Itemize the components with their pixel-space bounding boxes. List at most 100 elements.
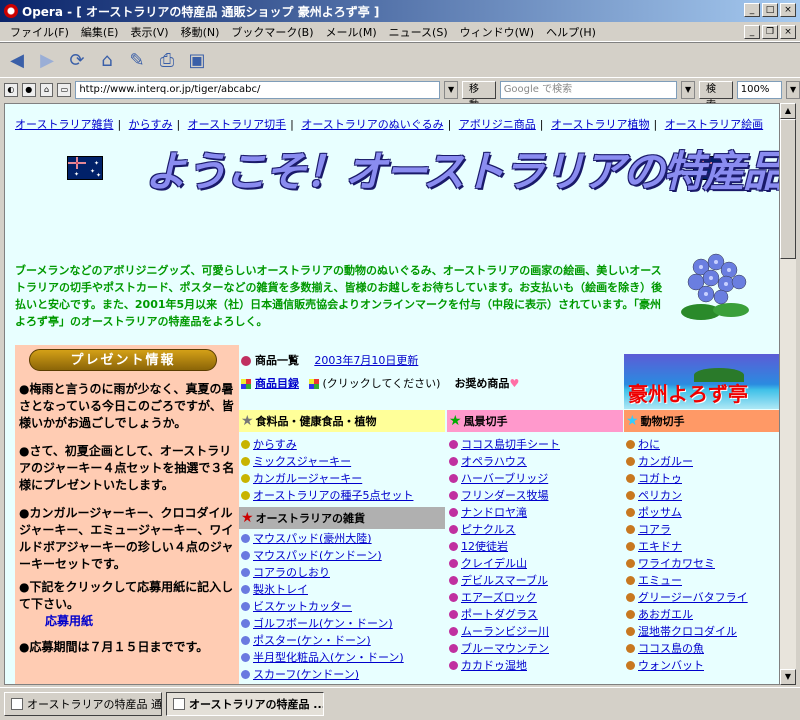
- list-item[interactable]: わに: [626, 436, 748, 453]
- list-item[interactable]: ミックスジャーキー: [241, 453, 413, 470]
- cookie-icon[interactable]: ●: [21, 83, 36, 97]
- list-item[interactable]: 製氷トレイ: [241, 581, 404, 598]
- page-content: オーストラリア雑貨 | からすみ | オーストラリア切手 | オーストラリアのぬいぐる…: [4, 103, 780, 685]
- back-icon[interactable]: ◀: [6, 49, 28, 71]
- tab-page-2[interactable]: オーストラリアの特産品 ...: [166, 692, 324, 716]
- list-item[interactable]: マウスパッド(豪州大陸): [241, 530, 404, 547]
- scroll-up-icon[interactable]: ▲: [780, 103, 796, 119]
- hotlist-icon[interactable]: ✎: [126, 49, 148, 71]
- menu-window[interactable]: ウィンドウ(W): [454, 24, 540, 40]
- zoom-select[interactable]: 100%: [736, 81, 783, 99]
- list-item[interactable]: カカドゥ湿地: [449, 657, 560, 674]
- list-item[interactable]: カンガルージャーキー: [241, 470, 413, 487]
- click-hint: (クリックしてください): [322, 377, 441, 390]
- shop-logo[interactable]: 豪州よろず亭: [624, 354, 779, 409]
- list-item[interactable]: 12使徒岩: [449, 538, 560, 555]
- lock-icon[interactable]: ⌂: [39, 83, 54, 97]
- list-item[interactable]: スカーフ(ケンドーン): [241, 666, 404, 683]
- menu-edit[interactable]: 編集(E): [75, 24, 125, 40]
- list-item[interactable]: ポスター(ケン・ドーン): [241, 632, 404, 649]
- navigation-toolbar: ◀ ▶ ⟳ ⌂ ✎ ⎙ ▣: [0, 42, 800, 78]
- opera-logo-icon: [4, 4, 18, 18]
- menu-file[interactable]: ファイル(F): [4, 24, 75, 40]
- menu-help[interactable]: ヘルプ(H): [540, 24, 602, 40]
- list-item[interactable]: コガトゥ: [626, 470, 748, 487]
- url-input[interactable]: http://www.interq.or.jp/tiger/abcabc/: [75, 81, 441, 99]
- list-item[interactable]: ハーバーブリッジ: [449, 470, 560, 487]
- scroll-thumb[interactable]: [780, 119, 796, 259]
- list-item[interactable]: ゴルフボール(ケン・ドーン): [241, 615, 404, 632]
- list-item[interactable]: デビルスマーブル: [449, 572, 560, 589]
- nav-link-aboriginal[interactable]: アボリジニ商品: [459, 118, 536, 131]
- nav-link-stamps[interactable]: オーストラリア切手: [188, 118, 286, 131]
- vertical-scrollbar[interactable]: ▲ ▼: [780, 103, 796, 685]
- list-item[interactable]: ナンドロヤ滝: [449, 504, 560, 521]
- list-item[interactable]: フリンダース牧場: [449, 487, 560, 504]
- flower-bullet-icon: [241, 356, 251, 366]
- nav-link-plants[interactable]: オーストラリア植物: [551, 118, 649, 131]
- close-button[interactable]: ×: [780, 3, 796, 17]
- nav-link-goods[interactable]: オーストラリア雑貨: [15, 118, 113, 131]
- search-button[interactable]: 検索: [699, 81, 733, 111]
- star-icon: ★: [626, 413, 639, 429]
- reload-icon[interactable]: ⟳: [66, 49, 88, 71]
- list-item[interactable]: マウスパッド(ケンドーン): [241, 547, 404, 564]
- list-item[interactable]: ポートダグラス: [449, 606, 560, 623]
- nav-link-paintings[interactable]: オーストラリア絵画: [665, 118, 763, 131]
- apply-form-link[interactable]: 応募用紙: [45, 614, 93, 628]
- url-dropdown-icon[interactable]: ▼: [444, 81, 458, 99]
- list-item[interactable]: ウォンバット: [626, 657, 748, 674]
- list-item[interactable]: クレイデル山: [449, 555, 560, 572]
- list-item[interactable]: 半月型化粧品入(ケン・ドーン): [241, 649, 404, 666]
- list-item[interactable]: ココス島切手シート: [449, 436, 560, 453]
- list-item[interactable]: ワライカワセミ: [626, 555, 748, 572]
- updated-link[interactable]: 2003年7月10日更新: [314, 354, 418, 367]
- list-item[interactable]: コアラ: [626, 521, 748, 538]
- menu-news[interactable]: ニュース(S): [383, 24, 454, 40]
- list-item[interactable]: ポッサム: [626, 504, 748, 521]
- list-item[interactable]: コアラのしおり: [241, 564, 404, 581]
- list-item[interactable]: ビスケットカッター: [241, 598, 404, 615]
- list-item[interactable]: ココス島の魚: [626, 640, 748, 657]
- mdi-restore-button[interactable]: ❐: [762, 25, 778, 39]
- list-item[interactable]: カンガルー: [626, 453, 748, 470]
- list-item[interactable]: ブルーマウンテン: [449, 640, 560, 657]
- list-item[interactable]: グリージーバタフライ: [626, 589, 748, 606]
- list-item[interactable]: オペラハウス: [449, 453, 560, 470]
- mdi-close-button[interactable]: ×: [780, 25, 796, 39]
- menu-view[interactable]: 表示(V): [124, 24, 174, 40]
- list-item[interactable]: 湿地帯クロコダイル: [626, 623, 748, 640]
- save-icon[interactable]: ▣: [186, 49, 208, 71]
- tab-page-1[interactable]: オーストラリアの特産品 通...: [4, 692, 162, 716]
- go-button[interactable]: 移動: [461, 81, 496, 111]
- search-dropdown-icon[interactable]: ▼: [681, 81, 696, 99]
- mdi-minimize-button[interactable]: _: [744, 25, 760, 39]
- scenery-column-header: ★ 風景切手: [447, 410, 623, 432]
- search-input[interactable]: Google で検索: [499, 81, 678, 99]
- forward-icon[interactable]: ▶: [36, 49, 58, 71]
- list-item[interactable]: エミュー: [626, 572, 748, 589]
- cube-icon: [308, 379, 319, 389]
- list-item[interactable]: ピナクルス: [449, 521, 560, 538]
- list-item[interactable]: ムーランビジー川: [449, 623, 560, 640]
- list-item[interactable]: からすみ: [241, 436, 413, 453]
- security-icon[interactable]: ◐: [4, 83, 18, 97]
- home-icon[interactable]: ⌂: [96, 49, 118, 71]
- list-item[interactable]: ペリカン: [626, 487, 748, 504]
- list-item[interactable]: あおガエル: [626, 606, 748, 623]
- page-icon: [173, 698, 185, 710]
- nav-link-plush[interactable]: オーストラリアのぬいぐるみ: [301, 118, 443, 131]
- menu-bookmarks[interactable]: ブックマーク(B): [225, 24, 319, 40]
- minimize-button[interactable]: _: [744, 3, 760, 17]
- nav-link-karasumi[interactable]: からすみ: [129, 118, 173, 131]
- print-icon[interactable]: ⎙: [156, 49, 178, 71]
- menu-mail[interactable]: メール(M): [320, 24, 383, 40]
- zoom-dropdown-icon[interactable]: ▼: [786, 81, 800, 99]
- maximize-button[interactable]: □: [762, 3, 778, 17]
- list-item[interactable]: エアーズロック: [449, 589, 560, 606]
- catalog-link[interactable]: 商品目録: [255, 377, 299, 390]
- list-item[interactable]: エキドナ: [626, 538, 748, 555]
- menu-navigate[interactable]: 移動(N): [175, 24, 226, 40]
- scroll-down-icon[interactable]: ▼: [780, 669, 796, 685]
- list-item[interactable]: オーストラリアの種子5点セット: [241, 487, 413, 504]
